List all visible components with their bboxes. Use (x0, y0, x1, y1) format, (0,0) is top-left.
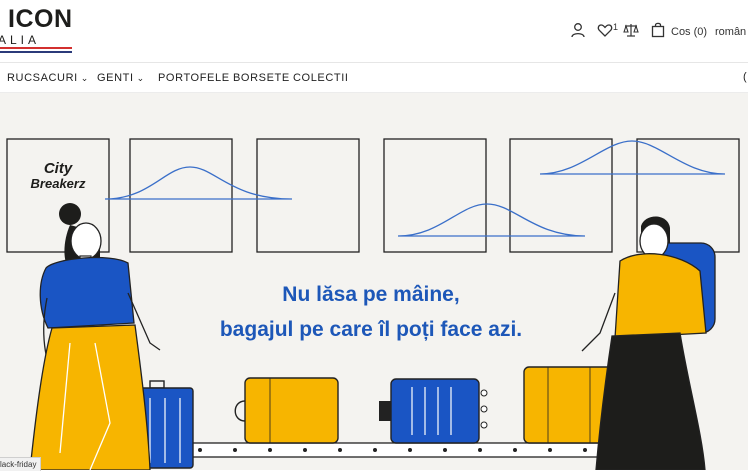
logo-blue-stripe (0, 51, 72, 53)
nav-item-portofele[interactable]: PORTOFELE (158, 72, 230, 84)
hero-banner[interactable]: City Breakerz Nu lăsa pe mâine, bagajul … (0, 93, 748, 470)
nav-item-label: RUCSACURI (7, 72, 78, 84)
illustration-man-right (581, 216, 716, 470)
nav-search-edge[interactable]: ( (743, 71, 747, 83)
wishlist-count-badge: 1 (613, 22, 619, 32)
frame-4 (383, 138, 487, 253)
language-selector[interactable]: român (715, 26, 746, 38)
headline-line-1: Nu lăsa pe mâine, (282, 283, 459, 306)
site-header: ICON ALIA 1 Cos (0) român (0, 0, 748, 63)
cart-link[interactable]: Cos (0) (671, 26, 707, 38)
frame-2 (129, 138, 233, 253)
nav-item-borsete[interactable]: BORSETE (233, 72, 290, 84)
status-bar-url: lack-friday (0, 457, 42, 471)
headline-line-2: bagajul pe care îl poți face azi. (220, 318, 522, 341)
chevron-down-icon: ⌄ (136, 73, 145, 83)
logo-red-stripe (0, 47, 72, 49)
brand-city: City (44, 160, 73, 177)
logo-main-text: ICON (8, 5, 73, 33)
nav-item-label: GENTI (97, 72, 134, 84)
main-navigation: RUCSACURI ⌄ GENTI ⌄ PORTOFELE BORSETE COLE… (0, 63, 748, 93)
user-icon[interactable] (570, 22, 586, 43)
chevron-down-icon: ⌄ (80, 73, 89, 83)
hero-illustration: City Breakerz Nu lăsa pe mâine, bagajul … (6, 138, 740, 470)
shopping-bag-icon[interactable] (651, 22, 665, 43)
brand-breakerz: Breakerz (31, 176, 86, 191)
logo-sub-text: ALIA (0, 33, 41, 47)
compare-scale-icon[interactable] (623, 22, 639, 43)
nav-item-colectii[interactable]: COLECTII (293, 72, 349, 84)
suitcase-blue-wide (379, 378, 488, 444)
conveyor-belt (139, 442, 611, 458)
heart-icon[interactable] (597, 22, 613, 43)
suitcase-yellow-1 (234, 377, 339, 444)
frame-3 (256, 138, 360, 253)
nav-item-genti[interactable]: GENTI ⌄ (97, 72, 145, 84)
frame-5 (509, 138, 613, 253)
illustration-woman-left (29, 203, 161, 470)
hanger-lines (104, 140, 726, 237)
nav-item-rucsacuri[interactable]: RUCSACURI ⌄ (7, 72, 89, 84)
